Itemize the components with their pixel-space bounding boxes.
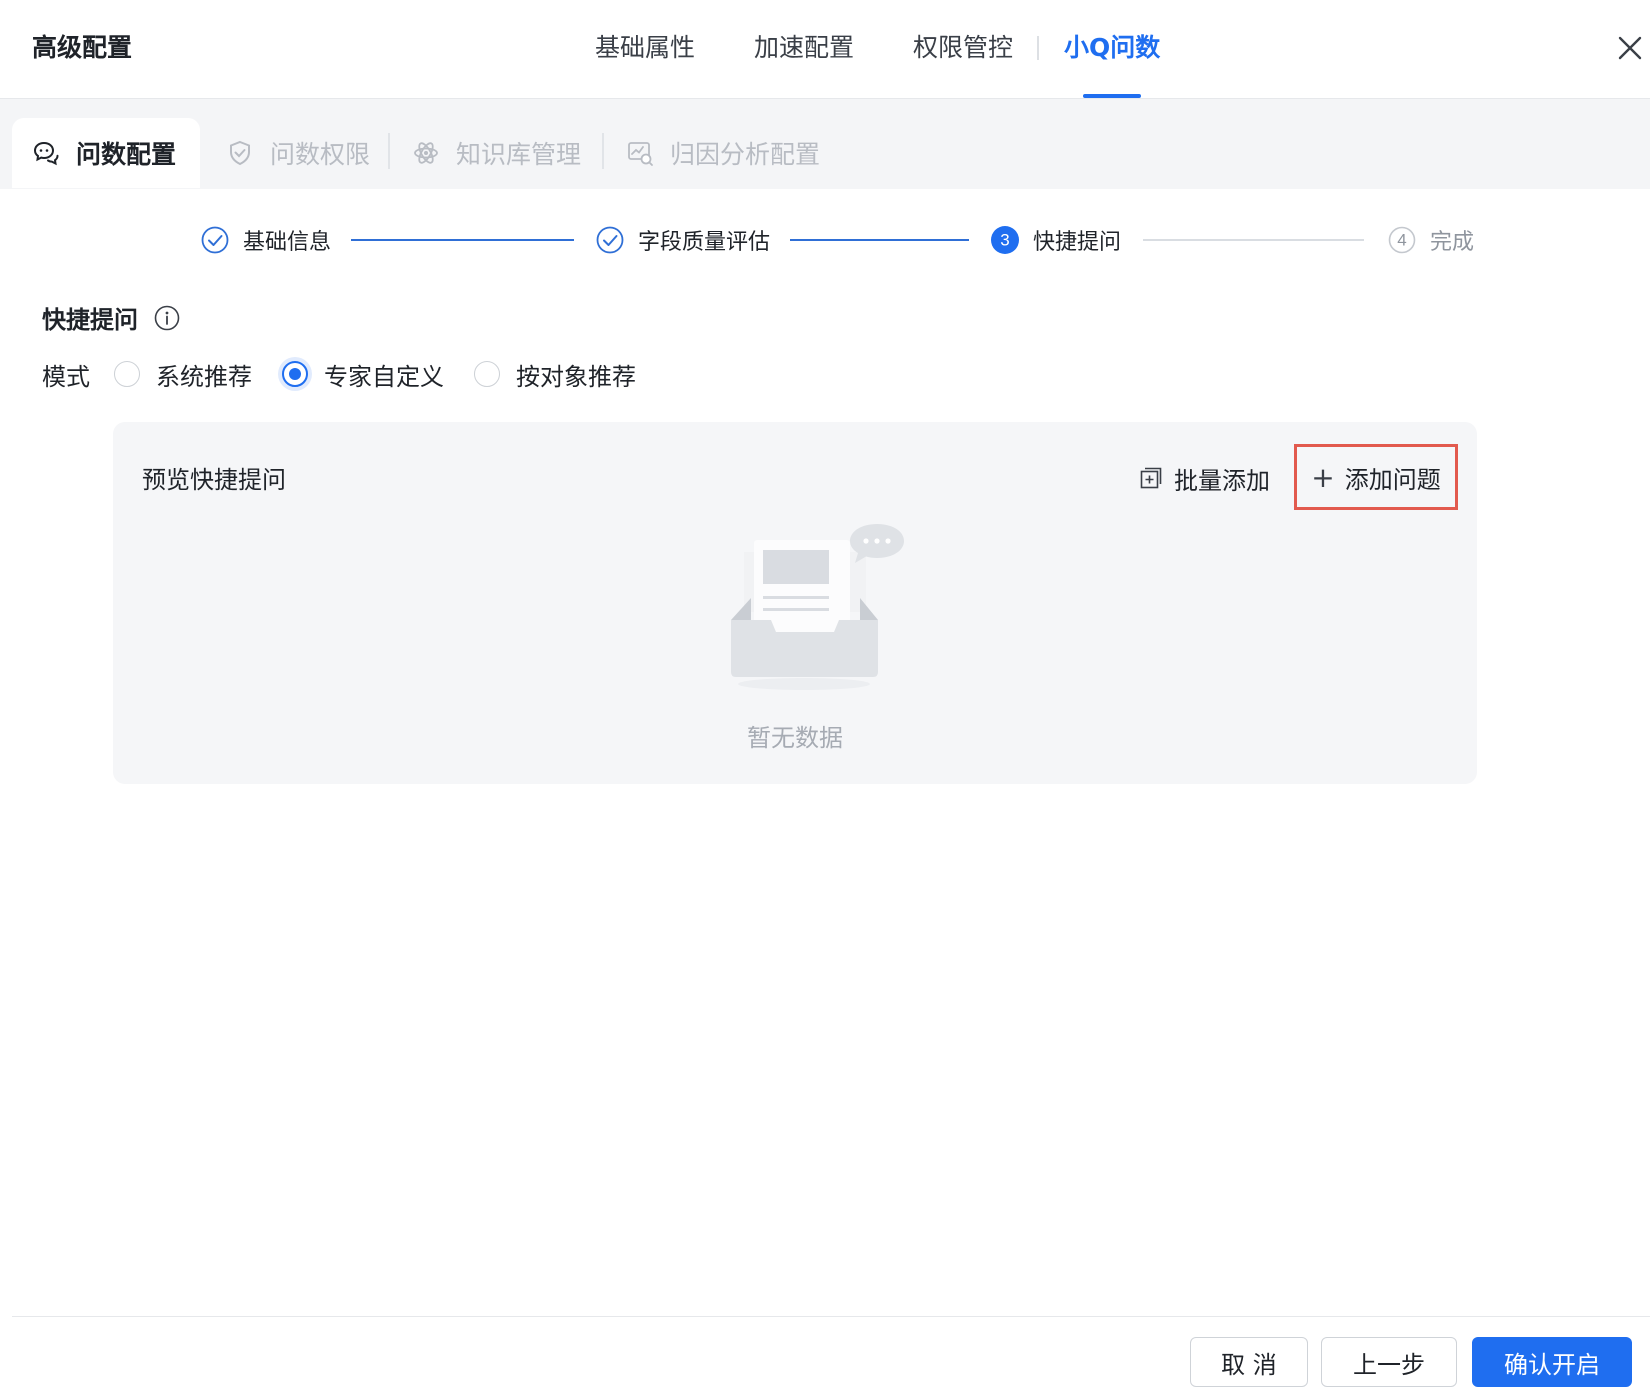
tab-permission-control[interactable]: 权限管控: [913, 30, 1013, 66]
batch-add-icon: [1140, 467, 1162, 489]
subtab-label: 问数权限: [270, 140, 371, 169]
subtab-knowledge-base[interactable]: 知识库管理: [412, 118, 581, 188]
section-title-text: 快捷提问: [42, 306, 138, 334]
step-connector: [790, 239, 969, 241]
radio-label: 专家自定义: [324, 362, 444, 391]
subtab-query-config[interactable]: 问数配置: [12, 118, 200, 188]
confirm-enable-button[interactable]: 确认开启: [1472, 1337, 1632, 1387]
step-label: 完成: [1430, 230, 1475, 255]
radio-label: 系统推荐: [156, 362, 252, 391]
plus-icon: +: [1311, 460, 1335, 494]
empty-state-text: 暂无数据: [747, 724, 843, 752]
subtab-label: 问数配置: [76, 140, 177, 169]
shield-check-icon: [230, 140, 250, 166]
step-number-icon: 3: [991, 226, 1019, 254]
chat-bubbles-icon: [33, 141, 59, 166]
step-quick-questions: 3 快捷提问: [991, 222, 1121, 258]
step-connector: [1143, 239, 1364, 241]
close-icon: [1618, 36, 1642, 60]
section-title: 快捷提问: [42, 300, 180, 335]
active-tab-indicator: [1083, 94, 1141, 98]
radio-system-recommend[interactable]: 系统推荐: [114, 357, 252, 392]
tab-xiaoq-query[interactable]: 小Q问数: [1064, 30, 1160, 66]
subtab-attribution-analysis[interactable]: 归因分析配置: [626, 118, 820, 188]
step-number-icon: 4: [1388, 226, 1416, 254]
batch-add-button[interactable]: 批量添加: [1140, 460, 1270, 496]
previous-step-button[interactable]: 上一步: [1321, 1337, 1457, 1387]
check-circle-icon: [596, 226, 624, 254]
step-finish: 4 完成: [1388, 222, 1474, 258]
radio-circle-checked[interactable]: [282, 361, 308, 387]
step-label: 基础信息: [243, 230, 332, 255]
subtab-label: 知识库管理: [456, 140, 582, 169]
radio-circle[interactable]: [474, 361, 500, 387]
preview-title: 预览快捷提问: [142, 466, 286, 494]
radio-label: 按对象推荐: [516, 362, 636, 391]
close-button[interactable]: [1616, 34, 1644, 62]
subtab-query-permission[interactable]: 问数权限: [226, 118, 370, 188]
info-icon[interactable]: [154, 305, 180, 331]
subtab-divider: [388, 133, 390, 169]
subtab-divider: [602, 133, 604, 169]
step-connector: [351, 239, 574, 241]
mode-label: 模式: [42, 362, 90, 391]
step-label: 字段质量评估: [638, 230, 771, 255]
step-number: 3: [1000, 231, 1009, 250]
radio-object-recommend[interactable]: 按对象推荐: [474, 357, 636, 392]
step-number: 4: [1397, 231, 1406, 250]
cancel-button[interactable]: 取 消: [1190, 1337, 1308, 1387]
tab-basic-properties[interactable]: 基础属性: [595, 30, 695, 66]
empty-inbox-icon: [731, 524, 904, 690]
mode-radio-group: 模式 系统推荐 专家自定义 按对象推荐: [42, 356, 666, 392]
dialog-title: 高级配置: [32, 33, 133, 62]
atom-icon: [414, 142, 438, 164]
subtab-label: 归因分析配置: [670, 140, 821, 169]
check-circle-icon: [201, 226, 229, 254]
chart-analysis-icon: [628, 142, 653, 166]
add-question-label: 添加问题: [1344, 465, 1441, 494]
radio-circle[interactable]: [114, 361, 140, 387]
tab-acceleration-config[interactable]: 加速配置: [754, 30, 854, 66]
dialog-header: 高级配置 基础属性 加速配置 权限管控 小Q问数: [0, 0, 1650, 99]
batch-add-label: 批量添加: [1174, 466, 1270, 495]
step-basic-info: 基础信息: [201, 222, 331, 258]
advanced-config-dialog: 高级配置 基础属性 加速配置 权限管控 小Q问数 问数配置 问数权限 知识库管理…: [0, 0, 1650, 1398]
step-field-quality: 字段质量评估: [596, 222, 770, 258]
step-label: 快捷提问: [1033, 230, 1122, 255]
tab-divider: [1037, 36, 1039, 60]
add-question-button[interactable]: + 添加问题: [1294, 444, 1458, 510]
radio-expert-custom[interactable]: 专家自定义: [282, 357, 444, 392]
